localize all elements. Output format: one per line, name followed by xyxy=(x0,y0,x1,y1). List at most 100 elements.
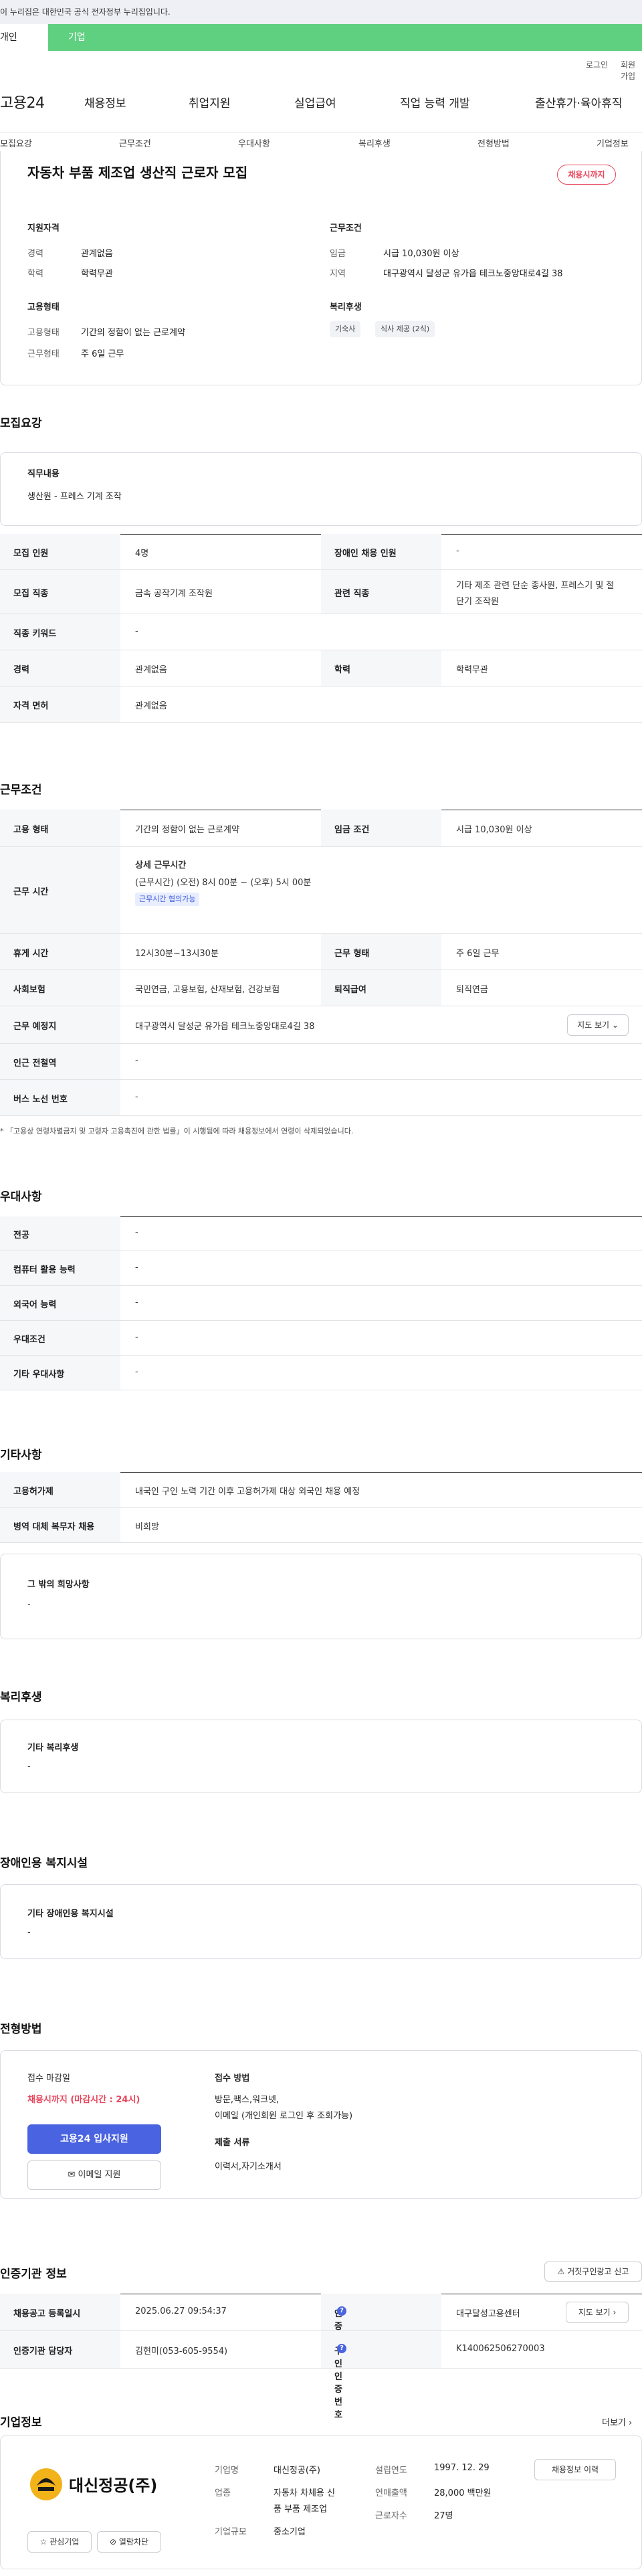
career-value: 관계없음 xyxy=(81,249,113,259)
gnb-parental-leave[interactable]: 출산휴가·육아휴직 xyxy=(535,94,623,110)
alarm-icon: ⚠ xyxy=(557,2267,565,2276)
duty-text: 생산원 - 프레스 기계 조작 xyxy=(27,492,122,502)
manager-label: 인증기관 담당자 xyxy=(0,2331,120,2368)
recruit-row-2: 모집 직종 금속 공작기계 조작원 관련 직종 기타 제조 관련 단순 종사원,… xyxy=(0,570,642,614)
method-title: 접수 방법 xyxy=(215,2074,250,2084)
place-map-button[interactable]: 지도 보기 ⌄ xyxy=(567,1014,629,1036)
wage-value: 시급 10,030원 이상 xyxy=(383,249,459,259)
foreign-value: 내국인 구인 노력 기간 이후 고용허가제 대상 외국인 채용 예정 xyxy=(135,1487,360,1497)
chevron-right-icon: › xyxy=(613,2308,617,2317)
foreign-label: 고용허가제 xyxy=(0,1472,120,1507)
retire-label: 퇴직급여 xyxy=(321,970,441,1006)
cert-row-1: 채용공고 등록일시 2025.06.27 09:54:37 인증기관? 대구달성… xyxy=(0,2294,642,2357)
welfare-chip-dormitory: 기숙사 xyxy=(330,321,361,337)
deadline-value: 채용시까지 (마감시간 : 24시) xyxy=(27,2095,140,2105)
recruit-row-4: 경력 관계없음 학력 학력무관 xyxy=(0,650,642,686)
block-view-button[interactable]: ⊘ 열람차단 xyxy=(97,2531,161,2553)
subway-label: 인근 전철역 xyxy=(0,1044,120,1079)
report-fake-ad-button[interactable]: ⚠ 거짓구인광고 신고 xyxy=(544,2262,642,2282)
summary-card: 자동차 부품 제조업 생산직 근로자 모집 채용시까지 지원자격 경력 관계없음… xyxy=(0,151,642,385)
apply-button[interactable]: 고용24 입사지원 xyxy=(27,2124,161,2154)
related-label: 관련 직종 xyxy=(321,570,441,614)
welfare-heading: 복리후생 xyxy=(330,302,362,312)
recruit-career-label: 경력 xyxy=(0,650,120,686)
recruit-row-5: 자격 면허 관계없음 xyxy=(0,686,642,723)
mail-icon: ✉ xyxy=(68,2170,76,2180)
other-etc-value: - xyxy=(27,1600,31,1610)
company-name-value: 대신정공(주) xyxy=(274,2466,320,2476)
industry-value-2: 품 부품 제조업 xyxy=(274,2504,328,2514)
duty-title: 직무내용 xyxy=(27,469,60,479)
pref-condition-label: 우대조건 xyxy=(0,1321,120,1355)
agency-label: 인증기관? xyxy=(321,2294,441,2357)
signup-link[interactable]: 회원가입 xyxy=(621,59,642,82)
company-heading: 기업정보 xyxy=(0,2416,42,2429)
audience-tabs: 개인 기업 xyxy=(0,24,642,51)
industry-value-1: 자동차 차체용 신 xyxy=(274,2488,335,2498)
cond-wage-value: 시급 10,030원 이상 xyxy=(456,825,532,835)
agency-map-button[interactable]: 지도 보기 › xyxy=(566,2302,629,2323)
docs-value: 이력서,자기소개서 xyxy=(215,2162,282,2172)
break-label: 휴게 시간 xyxy=(0,934,120,970)
wage-label: 임금 xyxy=(330,249,346,259)
gnb-jobs[interactable]: 채용정보 xyxy=(84,94,126,110)
deadline-title: 접수 마감일 xyxy=(27,2074,70,2084)
cond-emp-value: 기간의 정함이 없는 근로계약 xyxy=(135,825,239,835)
insurance-label: 사회보험 xyxy=(0,970,120,1006)
company-more-link[interactable]: 더보기 › xyxy=(602,2415,632,2428)
docs-title: 제출 서류 xyxy=(215,2138,250,2148)
deadline-badge: 채용시까지 xyxy=(557,165,616,185)
job-history-button[interactable]: 채용정보 이력 xyxy=(534,2459,616,2480)
tab-person[interactable]: 개인 xyxy=(0,24,48,51)
company-card: 대신정공(주) ☆ 관심기업 ⊘ 열람차단 기업명 대신정공(주) 업종 자동차… xyxy=(0,2435,642,2569)
gnb-skills-development[interactable]: 직업 능력 개발 xyxy=(400,94,470,110)
email-apply-button[interactable]: ✉ 이메일 지원 xyxy=(27,2160,161,2190)
pref-language-label: 외국어 능력 xyxy=(0,1286,120,1320)
region-label: 지역 xyxy=(330,269,346,279)
chevron-down-icon: ⌄ xyxy=(611,1020,619,1030)
gov-banner: 이 누리집은 대한민국 공식 전자정부 누리집입니다. xyxy=(0,0,642,24)
info-icon[interactable]: ? xyxy=(337,2306,346,2316)
insurance-value: 국민연금, 고용보험, 산재보험, 건강보험 xyxy=(135,985,280,995)
preference-heading: 우대사항 xyxy=(0,1190,42,1204)
info-icon[interactable]: ? xyxy=(337,2344,346,2353)
conditions-row-7: 버스 노선 번호 - xyxy=(0,1080,642,1116)
cond-wage-label: 임금 조건 xyxy=(321,810,441,846)
subway-value: - xyxy=(135,1056,138,1066)
industry-label: 업종 xyxy=(215,2488,231,2498)
post-id-label: 구인인증번호? xyxy=(321,2331,441,2420)
disabled-facility-value: - xyxy=(27,1928,31,1938)
founded-label: 설립연도 xyxy=(375,2466,407,2476)
education-value: 학력무관 xyxy=(81,269,113,279)
conditions-row-4: 사회보험 국민연금, 고용보험, 산재보험, 건강보험 퇴직급여 퇴직연금 xyxy=(0,970,642,1006)
staff-value: 27명 xyxy=(434,2511,453,2521)
disabled-facility-card: 기타 장애인용 복지시설 - xyxy=(0,1884,642,1959)
disabled-facility-title: 기타 장애인용 복지시설 xyxy=(27,1909,114,1919)
gov-banner-text: 이 누리집은 대한민국 공식 전자정부 누리집입니다. xyxy=(0,7,171,17)
method-value-2: 이메일 (개인회원 로그인 후 조회가능) xyxy=(215,2111,353,2121)
military-label: 병역 대체 복무자 채용 xyxy=(0,1508,120,1542)
region-value: 대구광역시 달성군 유가읍 테크노중앙대로4길 38 xyxy=(383,269,563,279)
gnb-unemployment-benefit[interactable]: 실업급여 xyxy=(294,94,336,110)
cert-heading: 인증기관 정보 xyxy=(0,2268,67,2281)
post-id-value: K140062506270003 xyxy=(456,2344,545,2354)
emp-type-label: 고용형태 xyxy=(27,328,60,338)
conditions-row-6: 인근 전철역 - xyxy=(0,1044,642,1080)
military-value: 비희망 xyxy=(135,1522,159,1532)
bus-label: 버스 노선 번호 xyxy=(0,1080,120,1115)
bus-value: - xyxy=(135,1092,138,1102)
gnb-employment-support[interactable]: 취업지원 xyxy=(189,94,231,110)
recruit-edu-value: 학력무관 xyxy=(456,665,488,675)
pref-etc-label: 기타 우대사항 xyxy=(0,1356,120,1390)
hours-title: 상세 근무시간 xyxy=(135,860,187,870)
license-value: 관계없음 xyxy=(135,701,167,711)
cond-emp-label: 고용 형태 xyxy=(0,810,120,846)
hours-negotiable-tag: 근무시간 협의가능 xyxy=(135,893,200,906)
tab-corporate[interactable]: 기업 xyxy=(68,24,86,51)
cert-row-2: 인증기관 담당자 김현미(053-605-9554) 구인인증번호? K1400… xyxy=(0,2331,642,2420)
method-value-1: 방문,팩스,워크넷, xyxy=(215,2095,280,2105)
site-logo[interactable]: 고용24 xyxy=(0,91,45,112)
favorite-company-button[interactable]: ☆ 관심기업 xyxy=(27,2531,92,2553)
manager-value: 김현미(053-605-9554) xyxy=(135,2347,228,2357)
login-link[interactable]: 로그인 xyxy=(586,59,608,70)
